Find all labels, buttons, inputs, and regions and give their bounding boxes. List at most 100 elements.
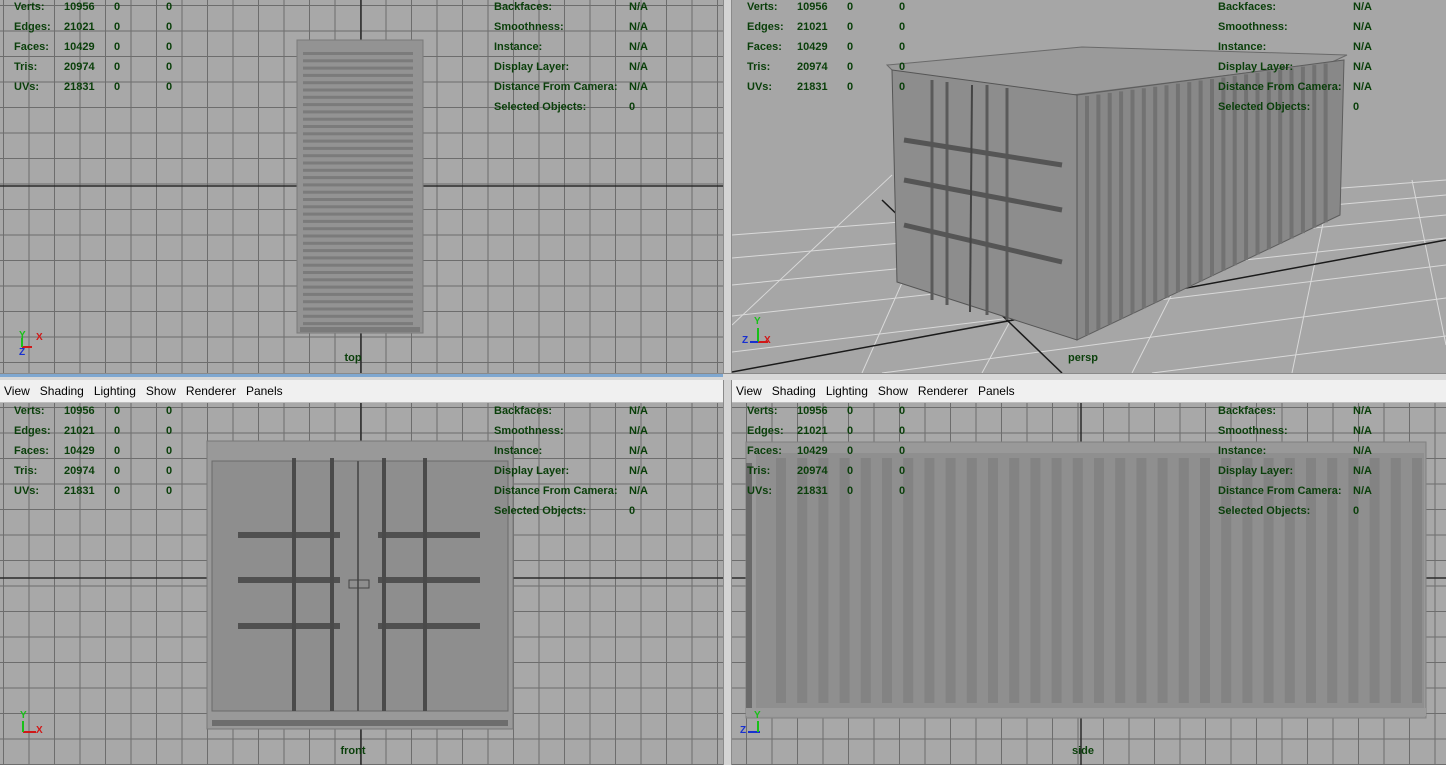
- hud-v1: 0: [114, 21, 121, 33]
- hud-v0: 10956: [797, 405, 828, 417]
- hud-v1: 0: [847, 465, 854, 477]
- hud-row: Verts: 10956 0 0: [747, 0, 905, 17]
- hud-label: Display Layer:: [494, 465, 570, 477]
- hud-row: Smoothness: N/A: [1218, 421, 1372, 441]
- hud-value: N/A: [1353, 41, 1372, 53]
- hud-value: N/A: [1353, 445, 1372, 457]
- hud-label: Backfaces:: [494, 405, 553, 417]
- hud-v0: 20974: [797, 465, 828, 477]
- hud-v0: 10956: [64, 1, 95, 13]
- hud-value: N/A: [629, 485, 648, 497]
- menu-lighting[interactable]: Lighting: [821, 384, 873, 398]
- hud-row: Faces: 10429 0 0: [747, 441, 905, 461]
- hud-v0: 21021: [64, 21, 95, 33]
- hud-v0: 10429: [797, 445, 828, 457]
- menu-view[interactable]: View: [732, 384, 767, 398]
- hud-row: Smoothness: N/A: [494, 17, 648, 37]
- pane-divider-vertical[interactable]: [723, 0, 732, 765]
- hud-v1: 0: [847, 41, 854, 53]
- menu-shading[interactable]: Shading: [35, 384, 89, 398]
- menu-show[interactable]: Show: [141, 384, 181, 398]
- hud-row: Faces: 10429 0 0: [747, 37, 905, 57]
- menu-renderer[interactable]: Renderer: [181, 384, 241, 398]
- menu-shading[interactable]: Shading: [767, 384, 821, 398]
- hud-v2: 0: [166, 425, 173, 437]
- hud-label: Verts:: [14, 1, 45, 13]
- axis-y-label: Y: [754, 316, 761, 327]
- hud-row: Edges: 21021 0 0: [747, 17, 905, 37]
- container-front-model: [206, 440, 514, 730]
- menu-panels[interactable]: Panels: [241, 384, 288, 398]
- hud-info: Backfaces: N/A Smoothness: N/A Instance: N/A D…: [494, 401, 648, 521]
- hud-value: N/A: [629, 81, 648, 93]
- hud-v2: 0: [166, 41, 173, 53]
- pane-divider-horizontal[interactable]: [0, 373, 1446, 380]
- hud-value: N/A: [629, 41, 648, 53]
- axis-z-label: Z: [742, 335, 749, 346]
- hud-value: N/A: [1353, 425, 1372, 437]
- hud-v2: 0: [899, 41, 906, 53]
- hud-label: Backfaces:: [494, 1, 553, 13]
- hud-label: Instance:: [494, 41, 543, 53]
- axis-gizmo-icon: Y X: [18, 710, 48, 742]
- hud-value: N/A: [629, 465, 648, 477]
- hud-label: Instance:: [494, 445, 543, 457]
- hud-row: Verts: 10956 0 0: [14, 401, 172, 421]
- camera-label-top: top: [344, 352, 362, 364]
- hud-row: Faces: 10429 0 0: [14, 441, 172, 461]
- front-panel-menubar: View Shading Lighting Show Renderer Pane…: [0, 380, 723, 403]
- container-top-model: [296, 39, 424, 334]
- hud-v2: 0: [899, 81, 906, 93]
- hud-label: Smoothness:: [1218, 21, 1288, 33]
- hud-info: Backfaces: N/A Smoothness: N/A Instance: N/A D…: [494, 0, 648, 117]
- hud-info: Backfaces: N/A Smoothness: N/A Instance: N/A D…: [1218, 0, 1372, 117]
- hud-label: Edges:: [747, 425, 784, 437]
- hud-poly-count: Verts: 10956 0 0 Edges: 21021 0 0 Faces: 10429 0 0 T…: [14, 0, 172, 97]
- hud-label: Selected Objects:: [494, 505, 587, 517]
- hud-poly-count: Verts: 10956 0 0 Edges: 21021 0 0 Faces: 10429 0 0 T…: [747, 401, 905, 501]
- hud-label: Faces:: [14, 445, 49, 457]
- hud-label: Faces:: [14, 41, 49, 53]
- hud-v1: 0: [847, 405, 854, 417]
- hud-v1: 0: [114, 465, 121, 477]
- hud-label: Selected Objects:: [1218, 505, 1311, 517]
- hud-row: Distance From Camera: N/A: [494, 77, 648, 97]
- hud-label: Distance From Camera:: [1218, 81, 1342, 93]
- hud-label: UVs:: [14, 81, 40, 93]
- axis-y-label: Y: [19, 330, 26, 341]
- menu-renderer[interactable]: Renderer: [913, 384, 973, 398]
- hud-row: Selected Objects: 0: [1218, 97, 1372, 117]
- hud-row: Instance: N/A: [494, 441, 648, 461]
- hud-row: Instance: N/A: [494, 37, 648, 57]
- hud-v1: 0: [847, 445, 854, 457]
- hud-value: N/A: [629, 1, 648, 13]
- hud-row: Display Layer: N/A: [494, 461, 648, 481]
- hud-v2: 0: [899, 21, 906, 33]
- hud-row: Smoothness: N/A: [494, 421, 648, 441]
- hud-label: Faces:: [747, 445, 782, 457]
- hud-row: Tris: 20974 0 0: [14, 57, 172, 77]
- hud-label: Smoothness:: [494, 21, 564, 33]
- hud-row: Display Layer: N/A: [1218, 57, 1372, 77]
- hud-label: Tris:: [747, 61, 771, 73]
- hud-label: Tris:: [14, 61, 38, 73]
- hud-value: 0: [629, 505, 636, 517]
- hud-row: Verts: 10956 0 0: [14, 0, 172, 17]
- menu-view[interactable]: View: [0, 384, 35, 398]
- hud-v2: 0: [166, 405, 173, 417]
- hud-v1: 0: [847, 1, 854, 13]
- menu-show[interactable]: Show: [873, 384, 913, 398]
- hud-row: Edges: 21021 0 0: [747, 421, 905, 441]
- hud-value: N/A: [629, 425, 648, 437]
- hud-value: N/A: [629, 61, 648, 73]
- hud-v1: 0: [114, 1, 121, 13]
- menu-lighting[interactable]: Lighting: [89, 384, 141, 398]
- hud-label: Verts:: [747, 1, 778, 13]
- hud-v2: 0: [166, 1, 173, 13]
- hud-v2: 0: [166, 445, 173, 457]
- hud-v0: 21831: [64, 81, 95, 93]
- hud-v0: 21831: [797, 485, 828, 497]
- camera-label-side: side: [1071, 745, 1095, 757]
- menu-panels[interactable]: Panels: [973, 384, 1020, 398]
- hud-v0: 10956: [64, 405, 95, 417]
